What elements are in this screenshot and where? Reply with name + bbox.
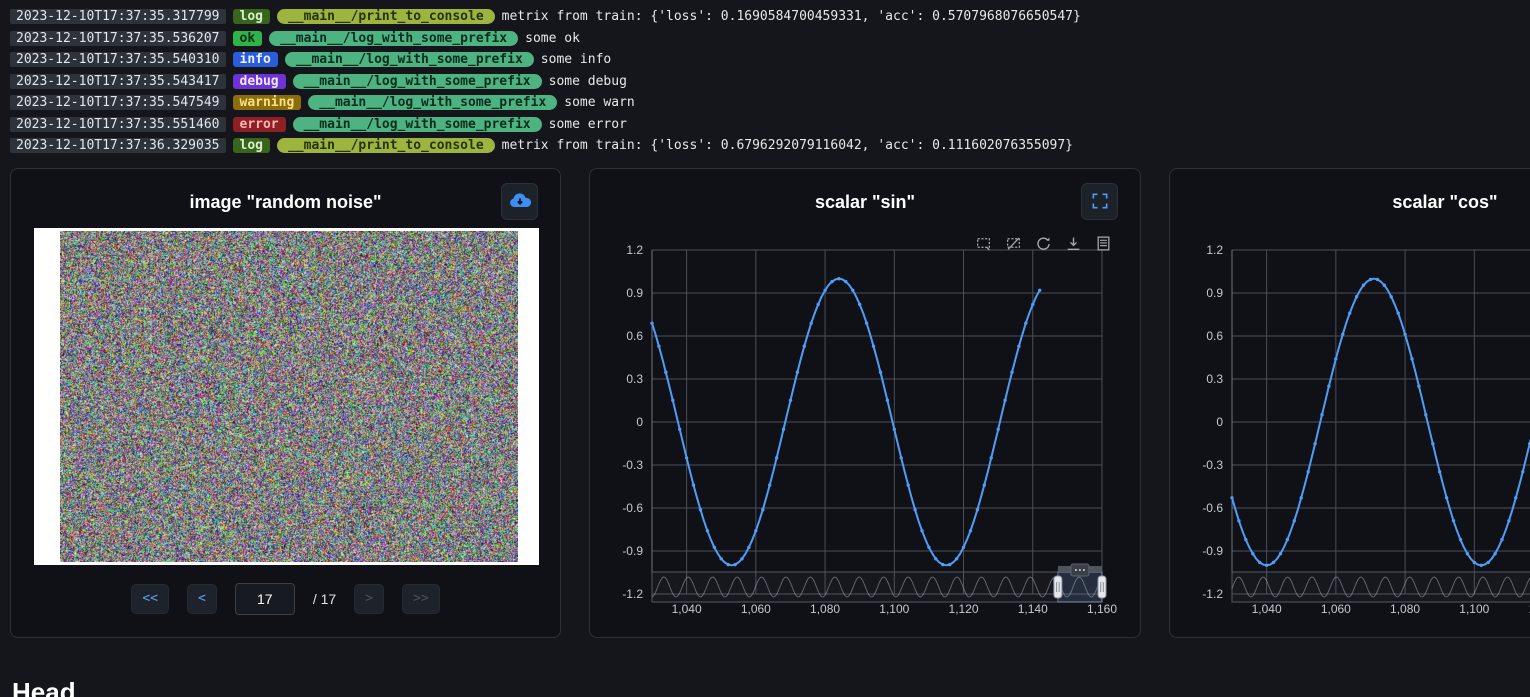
log-timestamp: 2023-12-10T17:37:35.551460 — [10, 117, 226, 132]
svg-text:0.9: 0.9 — [1206, 286, 1223, 300]
image-random-noise-card: image "random noise" << < / 17 > >> — [10, 168, 561, 638]
log-line: 2023-12-10T17:37:36.329035 log __main__/pr… — [10, 135, 1520, 157]
svg-text:1,040: 1,040 — [672, 602, 702, 616]
logger-name-pill: __main__/log_with_some_prefix — [269, 31, 518, 46]
log-level-badge: info — [233, 52, 278, 67]
image-frame — [34, 228, 539, 565]
svg-text:-1.2: -1.2 — [1202, 587, 1223, 601]
svg-text:-0.9: -0.9 — [1202, 544, 1223, 558]
svg-text:-0.6: -0.6 — [1202, 501, 1223, 515]
svg-text:-0.9: -0.9 — [622, 544, 643, 558]
section-heading: Head — [12, 677, 76, 697]
cloud-download-button[interactable] — [501, 183, 538, 220]
svg-text:1,100: 1,100 — [879, 602, 909, 616]
card-title: image "random noise" — [11, 192, 560, 213]
svg-text:-0.3: -0.3 — [622, 458, 643, 472]
log-line: 2023-12-10T17:37:35.551460 error __main__/… — [10, 114, 1520, 136]
datazoom-window[interactable] — [1054, 564, 1106, 602]
svg-text:0: 0 — [1216, 415, 1223, 429]
svg-text:0.3: 0.3 — [626, 372, 643, 386]
log-line: 2023-12-10T17:37:35.543417 debug __main__/… — [10, 71, 1520, 93]
expand-icon — [1090, 191, 1110, 211]
logger-name-pill: __main__/print_to_console — [277, 138, 495, 153]
svg-text:0.3: 0.3 — [1206, 372, 1223, 386]
first-page-button[interactable]: << — [131, 584, 169, 614]
scalar-sin-card: scalar "sin" 1,040 1,060 1,080 1,100 1,120 1,… — [589, 168, 1141, 638]
svg-text:1,080: 1,080 — [810, 602, 840, 616]
log-message: metrix from train: {'loss': 0.1690584700… — [502, 9, 1081, 24]
log-message: some debug — [549, 74, 627, 89]
logger-name-pill: __main__/log_with_some_prefix — [293, 117, 542, 132]
log-list: 2023-12-10T17:37:35.317799 log __main__/pr… — [0, 0, 1530, 161]
log-line: 2023-12-10T17:37:35.540310 info __main__/l… — [10, 49, 1520, 71]
svg-text:-1.2: -1.2 — [622, 587, 643, 601]
logger-name-pill: __main__/log_with_some_prefix — [285, 52, 534, 67]
svg-text:1,060: 1,060 — [1321, 602, 1351, 616]
box-select-icon[interactable] — [975, 235, 992, 252]
svg-text:1,080: 1,080 — [1390, 602, 1420, 616]
log-line: 2023-12-10T17:37:35.317799 log __main__/pr… — [10, 6, 1520, 28]
svg-text:1,060: 1,060 — [741, 602, 771, 616]
page-total-label: / 17 — [313, 591, 336, 607]
log-message: some ok — [525, 31, 580, 46]
chart-toolbox — [975, 235, 1112, 252]
log-level-badge: log — [233, 138, 270, 153]
card-title: scalar "cos" — [1170, 192, 1530, 213]
log-level-badge: log — [233, 9, 270, 24]
log-line: 2023-12-10T17:37:35.547549 warning __main_… — [10, 92, 1520, 114]
prev-page-button[interactable]: < — [187, 584, 217, 614]
cards-row: image "random noise" << < / 17 > >> sc — [0, 168, 1530, 638]
svg-text:0.6: 0.6 — [1206, 329, 1223, 343]
svg-text:1,040: 1,040 — [1252, 602, 1282, 616]
svg-text:1,140: 1,140 — [1018, 602, 1048, 616]
log-level-badge: debug — [233, 74, 286, 89]
svg-text:-0.6: -0.6 — [622, 501, 643, 515]
log-timestamp: 2023-12-10T17:37:35.317799 — [10, 9, 226, 24]
svg-text:1.2: 1.2 — [1206, 243, 1223, 257]
card-title: scalar "sin" — [590, 192, 1140, 213]
log-line: 2023-12-10T17:37:35.536207 ok __main__/log… — [10, 28, 1520, 50]
svg-text:1,160: 1,160 — [1087, 602, 1117, 616]
log-level-badge: error — [233, 117, 286, 132]
log-level-badge: ok — [233, 31, 263, 46]
cloud-download-icon — [508, 189, 532, 213]
page-number-input[interactable] — [235, 583, 295, 615]
cos-chart[interactable]: 1,0401,0601,0801,1001,1201,1401,1601.20.… — [1170, 169, 1530, 639]
next-page-button[interactable]: > — [354, 584, 384, 614]
svg-text:1,100: 1,100 — [1459, 602, 1489, 616]
log-message: some info — [541, 52, 611, 67]
dashboard-page: 2023-12-10T17:37:35.317799 log __main__/pr… — [0, 0, 1530, 697]
box-clear-icon[interactable] — [1005, 235, 1022, 252]
svg-text:0.6: 0.6 — [626, 329, 643, 343]
log-message: some warn — [564, 95, 634, 110]
image-pager: << < / 17 > >> — [11, 583, 560, 615]
noise-image — [60, 231, 518, 562]
log-timestamp: 2023-12-10T17:37:35.536207 — [10, 31, 226, 46]
log-message: metrix from train: {'loss': 0.6796292079… — [502, 138, 1073, 153]
scalar-cos-card: scalar "cos" 1,0401,0601,0801,1001,1201,… — [1169, 168, 1530, 638]
svg-text:-0.3: -0.3 — [1202, 458, 1223, 472]
save-image-icon[interactable] — [1065, 235, 1082, 252]
log-timestamp: 2023-12-10T17:37:36.329035 — [10, 138, 226, 153]
svg-text:0: 0 — [636, 415, 643, 429]
logger-name-pill: __main__/log_with_some_prefix — [293, 74, 542, 89]
expand-button[interactable] — [1081, 183, 1118, 220]
logger-name-pill: __main__/print_to_console — [277, 9, 495, 24]
svg-text:1,120: 1,120 — [949, 602, 979, 616]
log-timestamp: 2023-12-10T17:37:35.547549 — [10, 95, 226, 110]
svg-text:0.9: 0.9 — [626, 286, 643, 300]
logger-name-pill: __main__/log_with_some_prefix — [308, 95, 557, 110]
log-timestamp: 2023-12-10T17:37:35.540310 — [10, 52, 226, 67]
last-page-button[interactable]: >> — [402, 584, 440, 614]
restore-icon[interactable] — [1035, 235, 1052, 252]
log-message: some error — [549, 117, 627, 132]
log-timestamp: 2023-12-10T17:37:35.543417 — [10, 74, 226, 89]
svg-text:1.2: 1.2 — [626, 243, 643, 257]
data-view-icon[interactable] — [1095, 235, 1112, 252]
log-level-badge: warning — [233, 95, 302, 110]
